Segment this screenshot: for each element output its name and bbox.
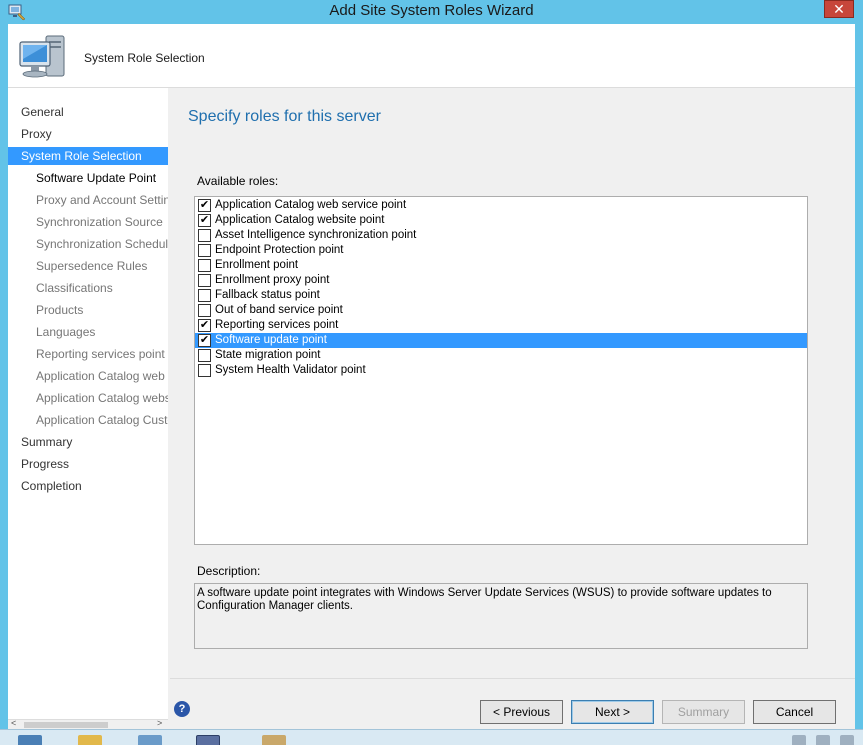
content-area: Specify roles for this server Available … [170,88,855,678]
role-label: Application Catalog website point [215,214,385,226]
role-row[interactable]: ✔ Reporting services point [195,318,807,333]
role-row[interactable]: Out of band service point [195,303,807,318]
role-checkbox[interactable] [198,349,211,362]
scroll-thumb[interactable] [24,722,108,728]
nav-item[interactable]: Proxy and Account Settings [8,191,168,209]
role-row[interactable]: System Health Validator point [195,363,807,378]
role-checkbox[interactable]: ✔ [198,319,211,332]
nav-item[interactable]: Application Catalog web [8,367,168,385]
close-button[interactable]: ✕ [824,0,854,18]
taskbar-manager-icon[interactable] [138,735,162,745]
help-icon[interactable]: ? [174,701,190,717]
nav-item[interactable]: Summary [8,433,168,451]
taskbar-folder-icon[interactable] [78,735,102,745]
nav-item[interactable]: Application Catalog website [8,389,168,407]
nav-item[interactable]: Products [8,301,168,319]
role-label: Software update point [215,334,327,346]
role-checkbox[interactable] [198,244,211,257]
role-checkbox[interactable] [198,364,211,377]
computer-icon [19,35,65,78]
role-row[interactable]: Enrollment proxy point [195,273,807,288]
scroll-left-icon[interactable]: < [11,718,16,728]
role-label: Fallback status point [215,289,320,301]
role-label: Asset Intelligence synchronization point [215,229,417,241]
nav-item[interactable]: Software Update Point [8,169,168,187]
role-label: Application Catalog web service point [215,199,407,211]
next-button[interactable]: Next > [571,700,654,724]
nav-item[interactable]: Proxy [8,125,168,143]
wizard-nav: General Proxy System Role Selection Softwar… [8,88,168,729]
previous-button[interactable]: < Previous [480,700,563,724]
nav-item[interactable]: Application Catalog Customizations [8,411,168,429]
nav-item[interactable]: Synchronization Schedule [8,235,168,253]
role-row[interactable]: State migration point [195,348,807,363]
role-row[interactable]: Enrollment point [195,258,807,273]
nav-item[interactable]: Languages [8,323,168,341]
role-label: Reporting services point [215,319,339,331]
taskbar-paint-icon[interactable] [262,735,286,745]
header-title: System Role Selection [84,51,205,65]
window-title: Add Site System Roles Wizard [329,2,534,19]
tray-flag-icon[interactable] [792,735,806,745]
nav-scrollbar[interactable]: < > [8,718,168,729]
nav-item[interactable]: Classifications [8,279,168,297]
footer-divider [170,678,855,679]
role-label: Enrollment point [215,259,299,271]
nav-item[interactable]: Supersedence Rules [8,257,168,275]
wizard-window: System Role Selection General Proxy System… [8,24,855,729]
taskbar [0,729,863,745]
scroll-right-icon[interactable]: > [157,718,162,728]
role-checkbox[interactable] [198,229,211,242]
tray-network-icon[interactable] [816,735,830,745]
summary-button[interactable]: Summary [662,700,745,724]
description-label: Description: [197,564,261,578]
role-row[interactable]: Endpoint Protection point [195,243,807,258]
taskbar-server-icon[interactable] [18,735,42,745]
tray-volume-icon[interactable] [840,735,854,745]
title-bar: Add Site System Roles Wizard ✕ [0,0,863,24]
role-row[interactable]: ✔ Application Catalog web service point [195,198,807,213]
role-checkbox[interactable]: ✔ [198,214,211,227]
nav-item[interactable]: Progress [8,455,168,473]
nav-item[interactable]: General [8,103,168,121]
nav-item[interactable]: Reporting services point [8,345,168,363]
role-label: Enrollment proxy point [215,274,330,286]
description-box: A software update point integrates with … [194,583,808,649]
role-row[interactable]: ✔ Software update point [195,333,807,348]
nav-item[interactable]: System Role Selection [8,147,168,165]
close-icon: ✕ [833,1,845,17]
nav-item[interactable]: Synchronization Source [8,213,168,231]
role-checkbox[interactable]: ✔ [198,334,211,347]
page-heading: Specify roles for this server [188,108,381,125]
role-checkbox[interactable] [198,304,211,317]
role-checkbox[interactable] [198,289,211,302]
role-checkbox[interactable] [198,274,211,287]
role-label: Out of band service point [215,304,343,316]
role-checkbox[interactable] [198,259,211,272]
role-row[interactable]: Asset Intelligence synchronization point [195,228,807,243]
available-roles-label: Available roles: [197,174,279,188]
roles-list[interactable]: ✔ Application Catalog web service point ✔ A… [194,196,808,545]
role-checkbox[interactable]: ✔ [198,199,211,212]
role-label: State migration point [215,349,321,361]
wizard-header: System Role Selection [8,24,855,88]
role-label: System Health Validator point [215,364,366,376]
role-label: Endpoint Protection point [215,244,344,256]
nav-item[interactable]: Completion [8,477,168,495]
role-row[interactable]: Fallback status point [195,288,807,303]
cancel-button[interactable]: Cancel [753,700,836,724]
role-row[interactable]: ✔ Application Catalog website point [195,213,807,228]
taskbar-console-icon[interactable] [196,735,220,745]
